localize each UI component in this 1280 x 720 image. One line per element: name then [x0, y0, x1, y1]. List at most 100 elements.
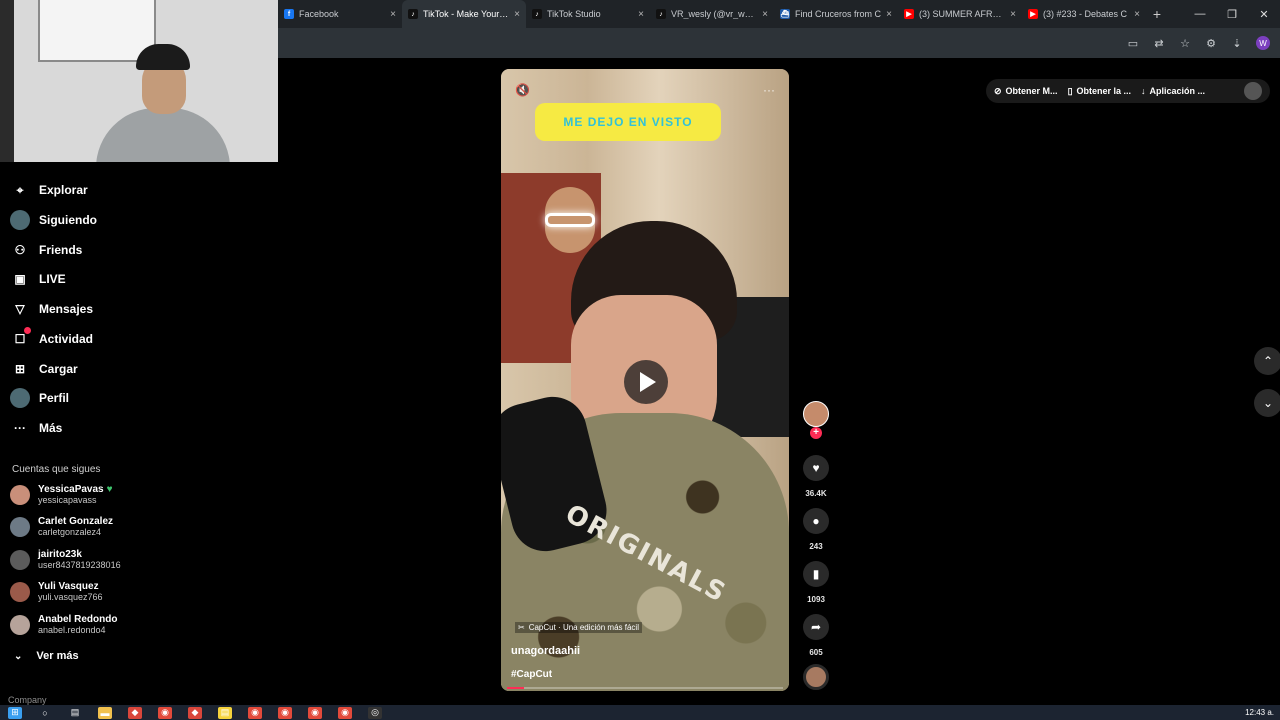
account-handle: carletgonzalez4 — [38, 527, 102, 537]
explorer-icon[interactable]: ▬ — [98, 706, 112, 719]
follow-plus-icon[interactable]: + — [810, 427, 822, 439]
sidebar-item-explorar[interactable]: ⌖ Explorar — [10, 178, 88, 202]
save-button[interactable]: ▮ — [803, 561, 829, 587]
see-more-button[interactable]: ⌄ Ver más — [14, 650, 79, 662]
tab-close-icon[interactable]: × — [762, 9, 768, 20]
close-window-button[interactable]: ✕ — [1248, 8, 1280, 21]
chrome-icon[interactable]: ◉ — [278, 706, 292, 719]
capcut-text: CapCut · Una edición más fácil — [528, 623, 639, 632]
tab-favicon-icon: ♪ — [408, 9, 418, 19]
minimize-button[interactable]: — — [1184, 8, 1216, 21]
video-progress-bar[interactable] — [507, 687, 783, 689]
sidebar-item-friends[interactable]: ⚇ Friends — [10, 238, 83, 262]
share-button[interactable]: ➦ — [803, 614, 829, 640]
avatar — [10, 517, 30, 537]
browser-tab[interactable]: ♪ TikTok - Make Your Day × — [402, 0, 526, 28]
sidebar-item-label: Explorar — [39, 183, 88, 197]
video-player[interactable]: ME DEJO EN VISTO ORIGINALS 🔇 ··· ✂ CapCu… — [501, 69, 789, 691]
tab-close-icon[interactable]: × — [514, 9, 520, 20]
video-author[interactable]: unagordaahii — [511, 645, 580, 657]
capcut-label[interactable]: ✂ CapCut · Una edición más fácil — [515, 622, 642, 633]
sidebar-item-perfil[interactable]: Perfil — [10, 386, 69, 410]
upload-icon: ⊞ — [14, 362, 26, 376]
profile-avatar-icon — [10, 388, 30, 408]
following-account[interactable]: Anabel Redondo anabel.redondo4 — [10, 610, 117, 640]
previous-video-button[interactable]: ⌃ — [1254, 347, 1280, 375]
tab-title: Find Cruceros from C — [795, 9, 882, 19]
mute-icon[interactable]: 🔇 — [515, 83, 530, 97]
profile-avatar[interactable]: W — [1256, 36, 1270, 50]
taskview-icon[interactable]: ▤ — [68, 707, 82, 719]
app-icon[interactable]: ◆ — [128, 706, 142, 719]
browser-tab[interactable]: f Facebook × — [278, 0, 402, 28]
new-tab-button[interactable]: + — [1146, 6, 1168, 22]
share-icon: ➦ — [810, 620, 822, 634]
sidebar-item-label: Perfil — [39, 391, 70, 405]
tab-close-icon[interactable]: × — [1134, 9, 1140, 20]
notes-icon[interactable]: ▤ — [218, 706, 232, 719]
sidebar-item-actividad[interactable]: ☐ Actividad — [10, 327, 93, 351]
capcut-icon: ✂ — [518, 623, 525, 632]
download-icon[interactable]: ⇣ — [1230, 36, 1244, 50]
desktop-app-button[interactable]: ↓ Aplicación ... — [1141, 86, 1205, 96]
account-name: jairito23k — [38, 549, 121, 560]
next-video-button[interactable]: ⌄ — [1254, 389, 1280, 417]
tab-close-icon[interactable]: × — [638, 9, 644, 20]
chrome-icon[interactable]: ◉ — [158, 706, 172, 719]
get-app-button[interactable]: ▯ Obtener la ... — [1068, 86, 1131, 97]
tab-close-icon[interactable]: × — [390, 9, 396, 20]
search-icon[interactable]: ○ — [38, 707, 52, 719]
translate-icon[interactable]: ⇄ — [1152, 36, 1166, 50]
browser-tab[interactable]: ♪ TikTok Studio × — [526, 0, 650, 28]
browser-tab[interactable]: ⛴ Find Cruceros from C × — [774, 0, 898, 28]
comment-icon: ● — [812, 514, 820, 528]
music-disc-icon[interactable] — [803, 664, 829, 690]
more-options-icon[interactable]: ··· — [763, 83, 775, 97]
following-section-title: Cuentas que sigues — [12, 464, 101, 475]
following-avatar-icon — [10, 210, 30, 230]
tab-close-icon[interactable]: × — [1010, 9, 1016, 20]
creator-avatar[interactable] — [803, 401, 829, 427]
video-hashtag[interactable]: #CapCut — [511, 669, 552, 680]
chrome-icon[interactable]: ◉ — [248, 706, 262, 719]
browser-tab[interactable]: ▶ (3) #233 - Debates C × — [1022, 0, 1146, 28]
tab-close-icon[interactable]: × — [886, 9, 892, 20]
notification-dot — [24, 327, 31, 334]
browser-tab[interactable]: ♪ VR_wesly (@vr_wesly) × — [650, 0, 774, 28]
like-button[interactable]: ♥ — [803, 455, 829, 481]
account-names: Anabel Redondo anabel.redondo4 — [38, 614, 117, 636]
following-account[interactable]: YessicaPavas ♥ yessicapavass — [10, 480, 113, 510]
app-icon[interactable]: ◆ — [188, 706, 202, 719]
sidebar-item-live[interactable]: ▣ LIVE — [10, 267, 65, 291]
account-display-name: Anabel Redondo — [38, 614, 118, 625]
avatar — [10, 582, 30, 602]
browser-tab[interactable]: ▶ (3) SUMMER AFRO H × — [898, 0, 1022, 28]
sidebar-item-mensajes[interactable]: ▽ Mensajes — [10, 297, 93, 321]
window-controls: — ❐ ✕ — [1184, 8, 1280, 21]
comment-button[interactable]: ● — [803, 508, 829, 534]
extensions-icon[interactable]: ⚙ — [1204, 36, 1218, 50]
sidebar-item-cargar[interactable]: ⊞ Cargar — [10, 357, 78, 381]
account-handle: user8437819238016 — [38, 560, 121, 570]
os-taskbar: ⊞ ○ ▤ ▬ ◆ ◉ ◆ ▤ ◉ ◉ ◉ ◉ ◎ 12:43 a. — [0, 705, 1280, 720]
company-link[interactable]: Company — [8, 695, 47, 705]
account-names: YessicaPavas ♥ yessicapavass — [38, 484, 113, 506]
user-avatar[interactable] — [1244, 82, 1262, 100]
sidebar-item-siguiendo[interactable]: Siguiendo — [10, 208, 97, 232]
following-account[interactable]: Carlet Gonzalez carletgonzalez4 — [10, 512, 113, 542]
chrome-icon[interactable]: ◉ — [308, 706, 322, 719]
chrome-icon[interactable]: ◉ — [338, 706, 352, 719]
get-coins-button[interactable]: ⊘ Obtener M... — [994, 86, 1058, 97]
following-account[interactable]: jairito23k user8437819238016 — [10, 545, 121, 575]
see-more-label: Ver más — [36, 650, 79, 662]
star-icon[interactable]: ☆ — [1178, 36, 1192, 50]
sidebar-item-mas[interactable]: ··· Más — [10, 416, 62, 440]
taskbar-clock: 12:43 a. — [1245, 708, 1274, 717]
cast-icon[interactable]: ▭ — [1126, 36, 1140, 50]
action-label: Obtener M... — [1005, 86, 1058, 96]
maximize-button[interactable]: ❐ — [1216, 8, 1248, 21]
windows-icon[interactable]: ⊞ — [8, 706, 22, 719]
following-account[interactable]: Yuli Vasquez yuli.vasquez766 — [10, 577, 103, 607]
play-button[interactable] — [624, 360, 668, 404]
obs-icon[interactable]: ◎ — [368, 706, 382, 719]
